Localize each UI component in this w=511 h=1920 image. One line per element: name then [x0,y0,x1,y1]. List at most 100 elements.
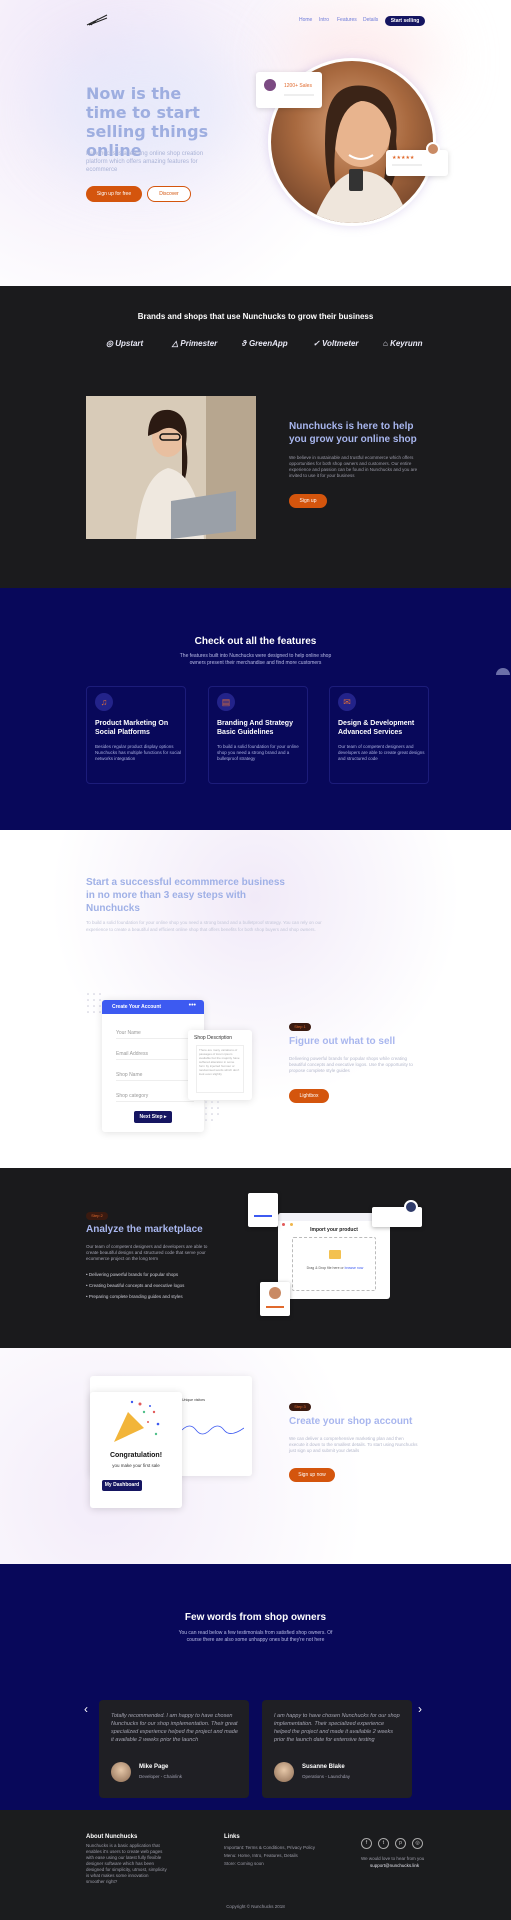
feature-card: ♫ Product Marketing On Social Platforms … [86,686,186,784]
feature-card: ✉ Design & Development Advanced Services… [329,686,429,784]
testimonial-name: Mike Page [139,1764,169,1770]
logo-icon[interactable] [86,13,108,27]
footer-email[interactable]: support@nunchucks.link [370,1863,419,1869]
shop-category-field[interactable]: Shop category [116,1093,194,1102]
discover-button[interactable]: Discover [147,186,191,202]
avatar [274,1762,294,1782]
features-subtitle: The features built into Nunchucks were d… [179,653,332,666]
list-item: • Creating beautiful concepts and execut… [86,1283,185,1288]
import-title: Import your product [310,1227,358,1233]
brand-label: Upstart [115,339,144,348]
testimonial-role: Operations - Launchday [302,1774,351,1779]
footer-links-title: Links [224,1834,240,1840]
party-popper-icon [114,1400,160,1442]
instagram-icon[interactable]: ◎ [412,1838,423,1849]
signup-free-button[interactable]: Sign up for free [86,186,142,202]
drop-label: Drag & Drop file here or [306,1266,344,1270]
brand-upstart: ◎ Upstart [106,339,144,348]
steps-title: Start a successful ecommmerce business i… [86,877,285,914]
nav-link-details[interactable]: Details [363,17,378,23]
nav-link-intro[interactable]: Intro [319,17,329,23]
hero-title: Now is the time to start selling things … [86,84,209,160]
nav-link-home[interactable]: Home [299,17,312,23]
shop-description-card: Shop Description There are many variatio… [188,1030,252,1100]
scroll-top-icon[interactable] [496,668,510,675]
woman-laptop-illustration [86,396,256,539]
steps-text: To build a solid foundation for your onl… [86,920,322,932]
headphones-icon: ♫ [95,693,113,711]
feature-card: ▤ Branding And Strategy Basic Guidelines… [208,686,308,784]
testimonial-card: I am happy to have chosen Nunchucks for … [262,1700,412,1798]
step1-title: Figure out what to sell [289,1036,396,1047]
brand-label: Keyrunn [390,339,423,348]
browse-link[interactable]: browse now [345,1266,364,1270]
copyright: Copyright © Nunchucks 2018 [226,1904,285,1909]
step2-text: Our team of competent designers and deve… [86,1244,208,1261]
facebook-icon[interactable]: f [361,1838,372,1849]
footer-link-important[interactable]: Important: Terms & Conditions, Privacy P… [224,1845,315,1851]
signup-now-button[interactable]: Sign up now [289,1468,335,1482]
feature-text: To build a solid foundation for your onl… [217,744,299,761]
testimonial-quote: Totally recommended. I am happy to have … [111,1713,238,1743]
rating-card: ★★★★★ [386,142,448,176]
next-arrow-icon[interactable]: › [418,1702,422,1716]
avatar [404,1200,418,1214]
footer-link-store[interactable]: Store: Coming soon [224,1861,264,1867]
avatar [269,1287,281,1299]
drop-text: Drag & Drop file here or browse now [293,1266,377,1270]
features-title: Check out all the features [194,636,317,647]
shop-name-field[interactable]: Shop Name [116,1072,194,1081]
next-step-button[interactable]: Next Step ▸ [134,1111,172,1123]
folder-icon [329,1250,341,1259]
congratulation-card: Congratulation! you make your first sale… [90,1392,182,1508]
desc-textarea[interactable]: There are many variations of passages of… [196,1045,244,1093]
about-title: Nunchucks is here to help you grow your … [289,421,417,445]
about-signup-button[interactable]: Sign up [289,494,327,508]
brand-label: GreenApp [248,339,288,348]
feature-title: Branding And Strategy Basic Guidelines [217,720,293,736]
lightbox-button[interactable]: Lightbox [289,1089,329,1103]
prev-arrow-icon[interactable]: ‹ [84,1702,88,1716]
step-badge: Step 2 [86,1212,108,1220]
user-card [260,1282,290,1316]
nav-link-features[interactable]: Features [337,17,357,23]
brand-label: Voltmeter [321,339,359,348]
start-selling-button[interactable]: Start selling [385,16,425,26]
divider [392,164,422,166]
email-field[interactable]: Email Address [116,1051,194,1060]
brand-keyrunn: ⌂ Keyrunn [383,339,423,348]
name-field[interactable]: Your Name [116,1030,194,1039]
step3-section [0,1348,511,1564]
chart-label: Unique visitors [182,1398,205,1402]
dashboard-button[interactable]: My Dashboard [102,1480,142,1491]
testimonials-subtitle: You can read below a few testimonials fr… [178,1630,333,1643]
testimonials-title: Few words from shop owners [184,1612,327,1623]
woman-laptop-photo [86,396,256,539]
bullet-text: Creating beautiful concepts and executiv… [88,1283,185,1288]
testimonial-name: Susanne Blake [302,1764,345,1770]
feature-title: Design & Development Advanced Services [338,720,415,736]
dots-pattern [205,1101,219,1121]
about-text: We believe in sustainable and trustful e… [289,455,418,478]
list-item: • Preparing complete branding guides and… [86,1294,183,1299]
footer-link-menu[interactable]: Menu: Home, Intro, Features, Details [224,1853,298,1859]
footer-contact-text: We would love to hear from you [361,1856,425,1861]
brand-voltmeter: ✓ Voltmeter [313,339,359,348]
step2-title: Analyze the marketplace [86,1224,203,1235]
pinterest-icon[interactable]: p [395,1838,406,1849]
clipboard-icon: ▤ [217,693,235,711]
testimonial-role: Developer - Chainlink [139,1774,183,1779]
brand-greenapp: ϑ GreenApp [242,339,288,348]
brand-primester: △ Primester [172,339,218,348]
window-dot-icon [282,1223,285,1226]
footer-about-text: Nunchucks is a basic application that en… [86,1843,167,1884]
twitter-icon[interactable]: t [378,1838,389,1849]
brands-title: Brands and shops that use Nunchucks to g… [137,312,374,321]
bar [254,1215,272,1217]
testimonial-card: Totally recommended. I am happy to have … [99,1700,249,1798]
more-icon[interactable]: ••• [189,1002,196,1009]
testimonials-section [0,1564,511,1810]
step3-text: We can deliver a comprehensive marketing… [289,1436,418,1453]
chat-icon: ✉ [338,693,356,711]
drop-zone[interactable]: Drag & Drop file here or browse now [292,1237,376,1291]
